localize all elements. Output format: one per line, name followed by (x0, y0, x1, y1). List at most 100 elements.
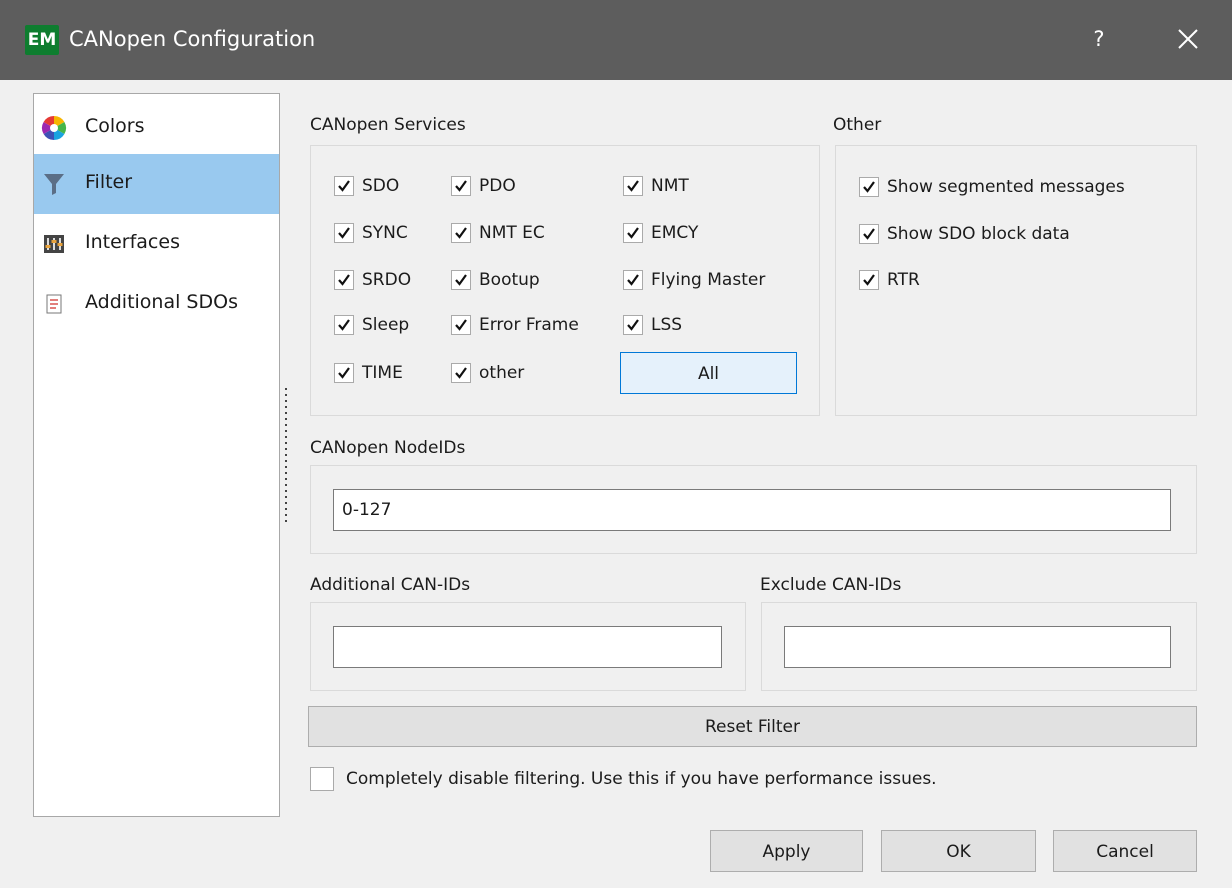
checkmark-icon (627, 274, 639, 286)
document-icon (46, 294, 62, 314)
checkbox-label: RTR (887, 270, 920, 290)
select-all-button[interactable]: All (620, 352, 797, 394)
apply-button[interactable]: Apply (710, 830, 863, 872)
nav-item-interfaces[interactable]: Interfaces (34, 214, 279, 274)
checkmark-icon (338, 227, 350, 239)
checkbox-nmt[interactable]: NMT (623, 174, 689, 198)
checkbox-label: Completely disable filtering. Use this i… (346, 769, 937, 789)
close-button[interactable] (1168, 22, 1208, 56)
nav-label: Interfaces (85, 231, 180, 253)
checkbox-label: NMT (651, 176, 689, 196)
checkbox-box[interactable] (623, 176, 643, 196)
checkbox-label: Error Frame (479, 315, 579, 335)
checkbox-label: Bootup (479, 270, 540, 290)
checkmark-icon (627, 319, 639, 331)
checkbox-box[interactable] (334, 223, 354, 243)
checkbox-label: LSS (651, 315, 683, 335)
checkmark-icon (863, 181, 875, 193)
checkbox-other[interactable]: other (451, 361, 524, 385)
splitter-handle[interactable] (285, 388, 287, 522)
checkbox-show-sdo-block-data[interactable]: Show SDO block data (859, 222, 1070, 246)
sliders-icon (44, 235, 64, 253)
checkmark-icon (627, 180, 639, 192)
checkbox-box[interactable] (451, 363, 471, 383)
checkmark-icon (455, 367, 467, 379)
checkbox-label: PDO (479, 176, 516, 196)
checkbox-box[interactable] (310, 767, 334, 791)
checkbox-box[interactable] (623, 223, 643, 243)
checkbox-label: SYNC (362, 223, 408, 243)
checkbox-label: Flying Master (651, 270, 766, 290)
window-title: CANopen Configuration (69, 27, 316, 51)
checkbox-box[interactable] (859, 177, 879, 197)
checkbox-flying-master[interactable]: Flying Master (623, 268, 765, 292)
checkmark-icon (863, 228, 875, 240)
ok-button[interactable]: OK (881, 830, 1036, 872)
checkbox-srdo[interactable]: SRDO (334, 268, 411, 292)
nav-item-additional-sdos[interactable]: Additional SDOs (34, 274, 279, 334)
checkbox-box[interactable] (451, 223, 471, 243)
checkbox-box[interactable] (623, 270, 643, 290)
checkmark-icon (455, 180, 467, 192)
funnel-icon (44, 174, 64, 195)
checkbox-nmt-ec[interactable]: NMT EC (451, 221, 545, 245)
checkmark-icon (338, 367, 350, 379)
nav-label: Colors (85, 115, 145, 137)
checkbox-box[interactable] (334, 363, 354, 383)
checkbox-emcy[interactable]: EMCY (623, 221, 698, 245)
checkmark-icon (338, 274, 350, 286)
checkbox-label: Sleep (362, 315, 410, 335)
checkbox-label: EMCY (651, 223, 699, 243)
checkbox-box[interactable] (334, 270, 354, 290)
checkbox-label: Show SDO block data (887, 224, 1070, 244)
category-list: Colors Filter Interfaces Additional SDOs (33, 93, 280, 817)
checkbox-time[interactable]: TIME (334, 361, 403, 385)
nav-item-filter[interactable]: Filter (34, 154, 279, 214)
nav-label: Additional SDOs (85, 291, 238, 313)
checkbox-box[interactable] (859, 224, 879, 244)
additional-ids-input[interactable] (333, 626, 722, 668)
checkbox-sdo[interactable]: SDO (334, 174, 399, 198)
checkmark-icon (863, 274, 875, 286)
title-bar[interactable]: EM CANopen Configuration ? (0, 0, 1232, 80)
cancel-button[interactable]: Cancel (1053, 830, 1197, 872)
checkbox-sleep[interactable]: Sleep (334, 313, 409, 337)
other-group-title: Other (833, 115, 882, 135)
checkbox-box[interactable] (334, 315, 354, 335)
node-ids-input[interactable]: 0-127 (333, 489, 1171, 531)
checkbox-lss[interactable]: LSS (623, 313, 682, 337)
checkbox-disable-filtering[interactable]: Completely disable filtering. Use this i… (310, 766, 937, 792)
checkbox-label: SDO (362, 176, 400, 196)
checkbox-box[interactable] (451, 270, 471, 290)
checkbox-box[interactable] (451, 176, 471, 196)
checkmark-icon (455, 319, 467, 331)
additional-ids-group-title: Additional CAN-IDs (310, 575, 471, 595)
checkbox-rtr[interactable]: RTR (859, 268, 920, 292)
color-wheel-icon (41, 116, 67, 140)
checkbox-label: other (479, 363, 525, 383)
exclude-ids-input[interactable] (784, 626, 1171, 668)
checkmark-icon (455, 274, 467, 286)
checkbox-label: NMT EC (479, 223, 545, 243)
checkmark-icon (338, 319, 350, 331)
checkmark-icon (338, 180, 350, 192)
checkbox-error-frame[interactable]: Error Frame (451, 313, 579, 337)
checkbox-box[interactable] (334, 176, 354, 196)
checkbox-pdo[interactable]: PDO (451, 174, 516, 198)
nav-item-colors[interactable]: Colors (34, 98, 279, 158)
checkbox-box[interactable] (623, 315, 643, 335)
help-button[interactable]: ? (1084, 22, 1114, 56)
app-logo: EM (25, 25, 59, 55)
checkbox-show-segmented-messages[interactable]: Show segmented messages (859, 175, 1125, 199)
exclude-ids-group-title: Exclude CAN-IDs (760, 575, 902, 595)
checkbox-label: Show segmented messages (887, 177, 1125, 197)
checkbox-label: SRDO (362, 270, 412, 290)
checkbox-box[interactable] (451, 315, 471, 335)
checkbox-bootup[interactable]: Bootup (451, 268, 540, 292)
checkmark-icon (455, 227, 467, 239)
checkbox-box[interactable] (859, 270, 879, 290)
checkbox-label: TIME (362, 363, 403, 383)
reset-filter-button[interactable]: Reset Filter (308, 706, 1197, 747)
checkbox-sync[interactable]: SYNC (334, 221, 408, 245)
services-group-title: CANopen Services (310, 115, 466, 135)
